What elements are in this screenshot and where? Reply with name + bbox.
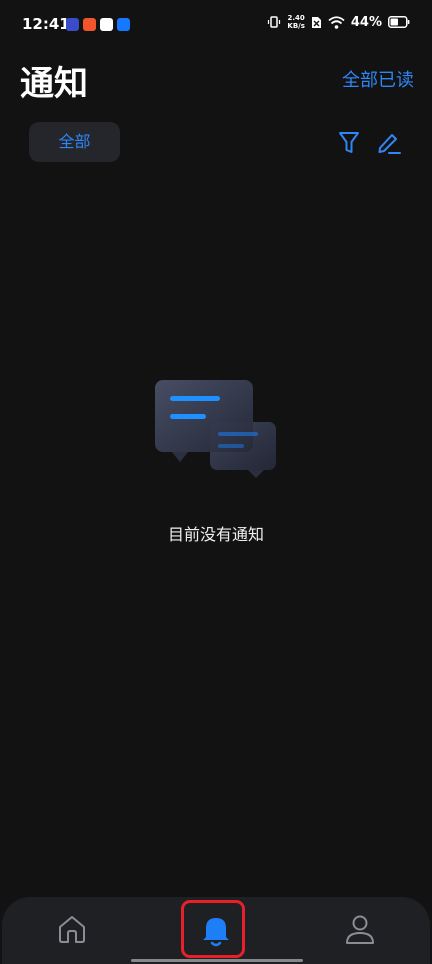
battery-icon — [388, 16, 410, 28]
user-icon[interactable] — [343, 912, 377, 946]
wifi-icon — [328, 15, 345, 29]
page-title: 通知 — [20, 64, 88, 104]
mark-all-read-button[interactable]: 全部已读 — [342, 66, 414, 92]
filter-chip-all[interactable]: 全部 — [29, 122, 120, 162]
status-indicators: 2.40 KB/s 44% — [267, 14, 410, 30]
vibrate-icon — [268, 16, 281, 28]
weibo-app-icon — [100, 18, 113, 31]
network-speed-unit: KB/s — [287, 22, 305, 30]
status-bar: 12:41 2.40 KB/s 44% — [0, 0, 432, 50]
battery-percent: 44% — [350, 14, 382, 30]
notification-app-icons — [66, 18, 130, 31]
orange-app-icon — [83, 18, 96, 31]
network-speed-value: 2.40 — [287, 14, 305, 22]
network-speed: 2.40 KB/s — [287, 14, 304, 30]
status-time: 12:41 — [22, 15, 70, 33]
play-app-icon — [66, 18, 79, 31]
home-indicator[interactable] — [131, 959, 303, 962]
edit-icon[interactable] — [376, 130, 402, 156]
bell-highlight-box — [181, 900, 245, 958]
filter-icon[interactable] — [337, 130, 361, 156]
alipay-app-icon — [117, 18, 130, 31]
empty-state-message: 目前没有通知 — [167, 525, 264, 544]
home-icon[interactable] — [55, 912, 89, 946]
no-sim-icon — [311, 16, 321, 28]
empty-messages-illustration — [155, 380, 276, 478]
